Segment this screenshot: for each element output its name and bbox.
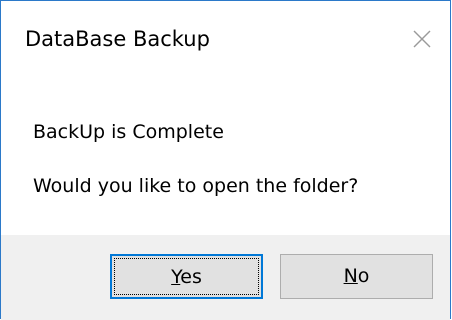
yes-label-rest: es [180, 266, 202, 288]
no-button[interactable]: No [280, 254, 433, 299]
title-bar[interactable]: DataBase Backup [1, 1, 450, 83]
close-icon [413, 30, 431, 48]
no-button-label: No [281, 265, 432, 287]
button-bar: Yes No [1, 235, 450, 320]
no-accelerator: N [343, 265, 358, 287]
message-area: BackUp is Complete Would you like to ope… [1, 83, 450, 235]
message-line-2: Would you like to open the folder? [33, 175, 359, 197]
yes-accelerator: Y [171, 266, 181, 288]
window-title: DataBase Backup [25, 27, 210, 51]
no-label-rest: o [357, 265, 370, 287]
close-button[interactable] [408, 25, 436, 53]
message-line-1: BackUp is Complete [33, 121, 224, 143]
yes-button-label: Yes [112, 266, 261, 288]
dialog-window: DataBase Backup BackUp is Complete Would… [0, 0, 451, 320]
yes-button[interactable]: Yes [110, 254, 263, 299]
